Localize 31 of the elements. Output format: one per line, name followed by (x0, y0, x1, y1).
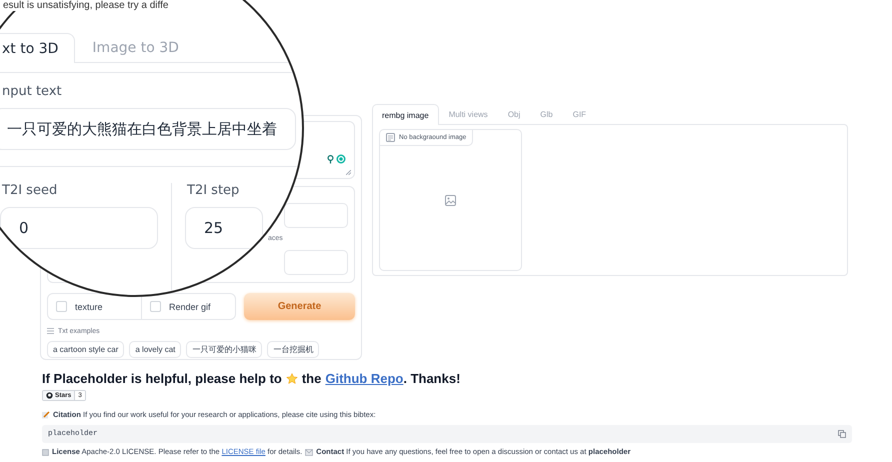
copy-icon[interactable] (838, 430, 846, 438)
checkbox-icon (386, 133, 395, 142)
mode-tab[interactable]: xt to 3D (0, 33, 76, 63)
output-tab[interactable]: rembg image (372, 104, 439, 125)
help-heading: If Placeholder is helpful, please help to the Github Repo. Thanks! (42, 371, 462, 386)
checkbox[interactable] (56, 301, 67, 312)
example-chip[interactable]: 一台挖掘机 (267, 341, 320, 358)
checkbox[interactable] (150, 301, 161, 312)
example-chip[interactable]: a lovely cat (129, 341, 182, 358)
github-icon (46, 392, 53, 399)
input-field[interactable] (284, 250, 348, 275)
number-field[interactable]: 25 (185, 207, 263, 249)
input-label: nput text (2, 84, 63, 100)
number-field[interactable]: 0 (0, 207, 158, 249)
example-chip[interactable]: 一只可爱的小猫咪 (186, 341, 262, 358)
example-chip[interactable]: a cartoon style car (47, 341, 124, 358)
checkbox-option[interactable]: texture (48, 294, 141, 319)
resize-icon[interactable] (346, 170, 351, 175)
assistant-icon (336, 154, 346, 164)
bulb-icon (327, 154, 334, 164)
input-field[interactable] (284, 203, 348, 228)
document-icon (42, 448, 49, 456)
list-icon (47, 328, 54, 334)
mail-icon (305, 448, 314, 456)
pencil-icon (42, 411, 50, 419)
star-icon (286, 372, 298, 384)
image-icon (445, 194, 456, 206)
field-label: T2I seed (2, 183, 58, 199)
field-label: T2I step (187, 183, 240, 199)
github-link[interactable]: Github Repo (325, 371, 404, 386)
prompt-field[interactable]: 一只可爱的大熊猫在白色背景上居中坐着 (0, 108, 296, 150)
